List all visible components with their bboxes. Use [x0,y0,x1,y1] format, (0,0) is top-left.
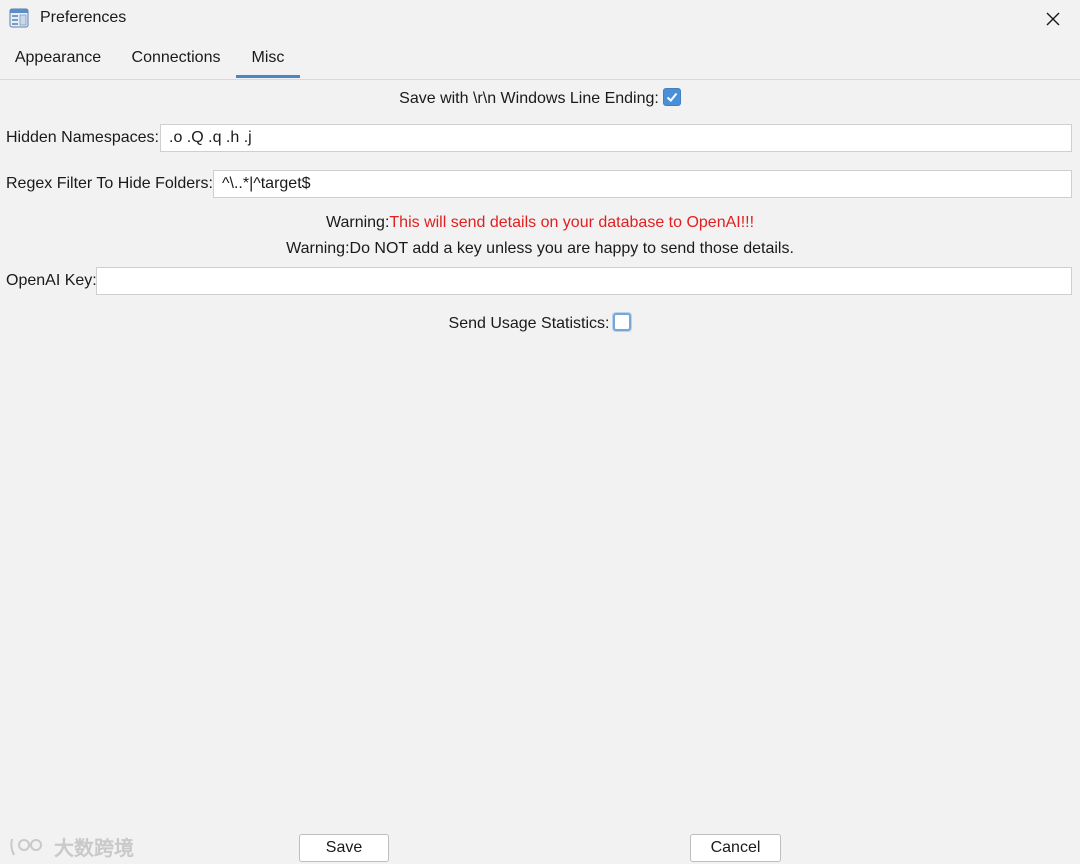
line-ending-checkbox[interactable] [662,88,681,106]
window-title: Preferences [40,9,127,26]
openai-key-label: OpenAI Key: [6,272,97,289]
tab-bar: Appearance Connections Misc [0,40,1080,80]
line-ending-row: Save with \r\n Windows Line Ending: [0,88,1080,108]
usage-stats-checkbox[interactable] [613,313,632,331]
tab-appearance[interactable]: Appearance [6,40,110,78]
tab-misc[interactable]: Misc [236,40,300,78]
warning-key: Warning:Do NOT add a key unless you are … [286,240,794,257]
hidden-namespaces-label: Hidden Namespaces: [6,129,159,146]
title-bar: Preferences [0,0,1080,38]
close-icon[interactable] [1040,6,1066,32]
watermark: 大数跨境 [8,832,134,861]
openai-key-input[interactable] [96,267,1072,295]
save-button[interactable]: Save [299,834,389,862]
watermark-text: 大数跨境 [54,838,134,860]
hidden-namespaces-input[interactable] [160,124,1072,152]
warning-openai: Warning:This will send details on your d… [0,214,1080,232]
tab-connections[interactable]: Connections [122,40,230,78]
regex-filter-input[interactable] [213,170,1072,198]
line-ending-label: Save with \r\n Windows Line Ending: [399,90,659,107]
usage-stats-label: Send Usage Statistics: [448,315,610,332]
warning-prefix: Warning: [325,214,390,231]
usage-stats-row: Send Usage Statistics: [0,313,1080,333]
watermark-logo-icon [10,838,42,855]
warning-openai-text: This will send details on your database … [389,214,755,231]
regex-filter-label: Regex Filter To Hide Folders: [6,175,213,192]
cancel-button[interactable]: Cancel [690,834,781,862]
preferences-window-icon [9,8,29,28]
